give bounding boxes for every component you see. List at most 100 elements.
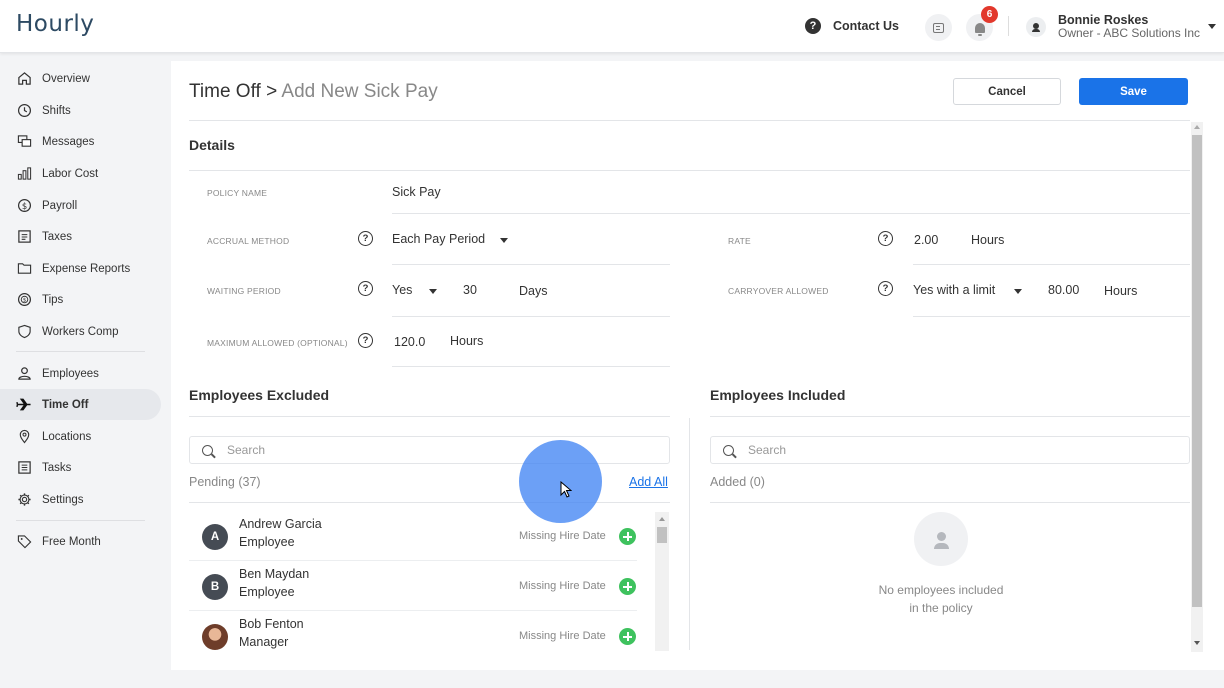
contact-us-button[interactable]: ? Contact Us [797, 12, 907, 40]
sidebar-item-payroll[interactable]: $ Payroll [0, 190, 161, 221]
excluded-search-input[interactable]: Search [189, 436, 670, 464]
chevron-down-icon[interactable] [500, 238, 508, 243]
sidebar-item-locations[interactable]: Locations [0, 421, 161, 452]
sidebar-item-taxes[interactable]: Taxes [0, 221, 161, 252]
rate-help-icon[interactable]: ? [878, 231, 893, 246]
cancel-button[interactable]: Cancel [953, 78, 1061, 105]
add-employee-button[interactable] [619, 628, 636, 645]
sidebar-item-label: Shifts [42, 104, 71, 117]
waiting-period-label: WAITING PERIOD [207, 286, 281, 296]
sidebar-item-label: Taxes [42, 230, 73, 243]
list-divider [189, 502, 670, 503]
rate-input[interactable]: 2.00 [914, 233, 938, 247]
waiting-period-unit: Days [519, 284, 548, 298]
messages-icon [16, 134, 32, 150]
sidebar-item-label: Overview [42, 72, 90, 85]
sidebar-item-label: Settings [42, 493, 84, 506]
avatar: B [202, 574, 228, 600]
avatar: A [202, 524, 228, 550]
accrual-help-icon[interactable]: ? [358, 231, 373, 246]
chat-button[interactable] [925, 14, 952, 41]
sidebar: Overview Shifts Messages Labor Cost $ Pa… [0, 54, 170, 688]
included-search-input[interactable]: Search [710, 436, 1190, 464]
dollar-circle-icon: $ [16, 198, 32, 214]
list-item[interactable]: B Ben Maydan Employee Missing Hire Date [189, 562, 637, 611]
folder-icon [16, 261, 32, 277]
field-underline [392, 213, 1190, 214]
waiting-period-select[interactable]: Yes [392, 283, 412, 297]
breadcrumb-parent[interactable]: Time Off > [189, 81, 277, 102]
add-all-link[interactable]: Add All [629, 475, 668, 489]
svg-text:$: $ [21, 201, 26, 211]
top-bar: Hourly ? Contact Us 6 Bonnie Roskes Owne… [0, 0, 1224, 53]
sidebar-item-label: Time Off [42, 398, 89, 411]
list-item[interactable]: Bob Fenton Manager Missing Hire Date [189, 612, 637, 661]
sidebar-item-employees[interactable]: Employees [0, 358, 161, 389]
sidebar-item-settings[interactable]: Settings [0, 484, 161, 515]
sidebar-item-free-month[interactable]: Free Month [0, 526, 161, 557]
sidebar-item-time-off[interactable]: Time Off [0, 389, 161, 420]
sidebar-item-label: Workers Comp [42, 325, 119, 338]
max-allowed-help-icon[interactable]: ? [358, 333, 373, 348]
chevron-down-icon[interactable] [1208, 24, 1216, 29]
section-divider [189, 170, 1190, 171]
chevron-down-icon[interactable] [1014, 289, 1022, 294]
user-name[interactable]: Bonnie Roskes [1058, 13, 1148, 27]
tips-icon: $ [16, 292, 32, 308]
carryover-help-icon[interactable]: ? [878, 281, 893, 296]
user-avatar[interactable] [1026, 17, 1046, 37]
scrollbar-thumb[interactable] [1192, 135, 1202, 607]
add-employee-button[interactable] [619, 528, 636, 545]
employees-included-title: Employees Included [710, 387, 846, 403]
max-allowed-input[interactable]: 120.0 [394, 335, 425, 349]
employee-status: Missing Hire Date [519, 580, 606, 592]
employee-name: Ben Maydan [239, 567, 310, 581]
sidebar-divider [16, 520, 145, 521]
carryover-unit: Hours [1104, 284, 1138, 298]
clock-icon [16, 103, 32, 119]
sidebar-item-overview[interactable]: Overview [0, 63, 161, 94]
tag-icon [16, 534, 32, 550]
accrual-method-select[interactable]: Each Pay Period [392, 232, 485, 246]
sidebar-item-workers-comp[interactable]: Workers Comp [0, 316, 161, 347]
max-allowed-label: MAXIMUM ALLOWED (OPTIONAL) [207, 338, 348, 348]
save-button[interactable]: Save [1079, 78, 1188, 105]
sidebar-divider [16, 351, 145, 352]
sidebar-item-tips[interactable]: $ Tips [0, 284, 161, 315]
rate-unit: Hours [971, 233, 1005, 247]
sidebar-item-labor-cost[interactable]: Labor Cost [0, 158, 161, 189]
policy-name-label: POLICY NAME [207, 188, 268, 198]
shield-icon [16, 324, 32, 340]
carryover-amount-input[interactable]: 80.00 [1048, 283, 1079, 297]
field-underline [392, 366, 670, 367]
empty-state-line: No employees included [878, 583, 1004, 597]
empty-state-message: No employees included in the policy [860, 581, 1022, 617]
app-logo[interactable]: Hourly [16, 11, 94, 37]
sidebar-item-tasks[interactable]: Tasks [0, 452, 161, 483]
scroll-up-icon[interactable] [1194, 125, 1200, 129]
added-count: Added (0) [710, 475, 765, 489]
search-placeholder: Search [227, 443, 266, 457]
header-divider [189, 120, 1190, 121]
carryover-select[interactable]: Yes with a limit [913, 283, 995, 297]
field-underline [913, 264, 1190, 265]
sidebar-item-messages[interactable]: Messages [0, 126, 161, 157]
sidebar-item-expense-reports[interactable]: Expense Reports [0, 253, 161, 284]
chevron-down-icon[interactable] [429, 289, 437, 294]
employee-name: Andrew Garcia [239, 517, 322, 531]
avatar [202, 624, 228, 650]
scroll-up-icon[interactable] [659, 517, 665, 521]
scrollbar-thumb[interactable] [657, 527, 667, 543]
waiting-help-icon[interactable]: ? [358, 281, 373, 296]
contact-us-label: Contact Us [833, 19, 899, 33]
document-icon [16, 229, 32, 245]
field-underline [392, 316, 670, 317]
sidebar-item-shifts[interactable]: Shifts [0, 95, 161, 126]
add-employee-button[interactable] [619, 578, 636, 595]
waiting-period-days-input[interactable]: 30 [463, 283, 477, 297]
policy-name-input[interactable]: Sick Pay [392, 185, 441, 199]
scroll-down-icon[interactable] [1194, 641, 1200, 645]
main-panel: Time Off > Add New Sick Pay Cancel Save … [171, 61, 1224, 670]
sidebar-item-label: Tips [42, 293, 64, 306]
accrual-method-label: ACCRUAL METHOD [207, 236, 290, 246]
